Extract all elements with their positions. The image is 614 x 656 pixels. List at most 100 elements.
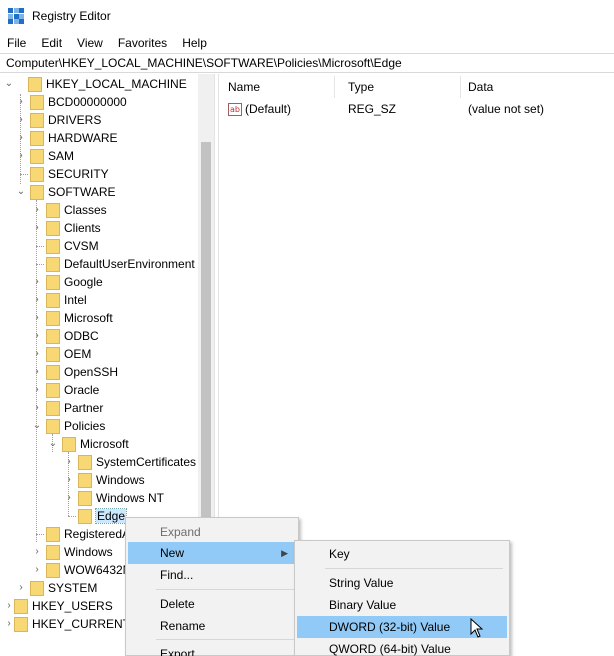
folder-icon <box>46 292 60 308</box>
tree-node-clients[interactable]: › Clients <box>34 219 101 237</box>
tree-connector <box>36 246 44 247</box>
window-title: Registry Editor <box>32 9 111 23</box>
value-row-default[interactable]: ab (Default) REG_SZ (value not set) <box>228 100 608 118</box>
address-bar[interactable]: Computer\HKEY_LOCAL_MACHINE\SOFTWARE\Pol… <box>0 53 614 73</box>
chevron-right-icon[interactable]: › <box>32 543 42 561</box>
chevron-right-icon[interactable]: › <box>16 93 26 111</box>
chevron-right-icon[interactable]: › <box>64 471 74 489</box>
tree-node-classes[interactable]: › Classes <box>34 201 107 219</box>
chevron-right-icon[interactable]: › <box>32 201 42 219</box>
tree-node-windows-nt[interactable]: › Windows NT <box>66 489 164 507</box>
chevron-down-icon[interactable]: ⌄ <box>48 435 58 453</box>
registry-editor-window: Registry Editor File Edit View Favorites… <box>0 0 614 656</box>
chevron-right-icon[interactable]: › <box>32 327 42 345</box>
tree-node-security[interactable]: SECURITY <box>18 165 109 183</box>
tree-node-intel[interactable]: › Intel <box>34 291 87 309</box>
chevron-right-icon[interactable]: › <box>32 363 42 381</box>
chevron-right-icon[interactable]: › <box>32 399 42 417</box>
tree-node-policies[interactable]: ⌄ Policies <box>32 417 105 435</box>
menu-item-new[interactable]: New ▶ <box>128 542 296 564</box>
tree-node-windows-software[interactable]: › Windows <box>34 543 113 561</box>
tree-node-cvsm[interactable]: CVSM <box>34 237 99 255</box>
folder-open-icon <box>46 418 60 434</box>
tree-node-microsoft-software[interactable]: › Microsoft <box>34 309 113 327</box>
folder-icon <box>78 508 92 524</box>
tree-node-systemcertificates[interactable]: › SystemCertificates <box>66 453 196 471</box>
tree-node-oem[interactable]: › OEM <box>34 345 91 363</box>
tree-node-defaultuserenvironment[interactable]: DefaultUserEnvironment <box>34 255 195 273</box>
tree-connector <box>68 516 76 517</box>
menu-item-delete[interactable]: Delete <box>128 593 296 615</box>
tree-node-openssh[interactable]: › OpenSSH <box>34 363 118 381</box>
folder-icon <box>46 562 60 578</box>
chevron-right-icon[interactable]: › <box>4 597 14 615</box>
tree-node-wow6432node[interactable]: › WOW6432N <box>34 561 131 579</box>
chevron-right-icon[interactable]: › <box>32 219 42 237</box>
scrollbar-thumb[interactable] <box>201 142 211 542</box>
folder-icon <box>46 310 60 326</box>
tree-node-system[interactable]: › SYSTEM <box>18 579 97 597</box>
tree-node-edge[interactable]: Edge <box>66 507 128 525</box>
tree-node-registeredapplications[interactable]: RegisteredA <box>34 525 130 543</box>
title-bar: Registry Editor <box>0 0 614 32</box>
menu-edit[interactable]: Edit <box>34 36 70 50</box>
tree-node-oracle[interactable]: › Oracle <box>34 381 99 399</box>
folder-icon <box>78 472 92 488</box>
menu-item-export[interactable]: Export <box>128 643 296 656</box>
menu-item-find[interactable]: Find... <box>128 564 296 586</box>
tree-node-hardware[interactable]: › HARDWARE <box>18 129 118 147</box>
menu-item-rename[interactable]: Rename <box>128 615 296 637</box>
submenu-item-qword-value[interactable]: QWORD (64-bit) Value <box>297 638 507 656</box>
column-header-type[interactable]: Type <box>340 74 460 100</box>
chevron-right-icon[interactable]: › <box>16 111 26 129</box>
tree-node-google[interactable]: › Google <box>34 273 103 291</box>
folder-icon <box>46 382 60 398</box>
column-separator[interactable] <box>334 76 335 98</box>
tree-node-hkcc[interactable]: › HKEY_CURRENT_ <box>2 615 137 633</box>
folder-icon <box>46 346 60 362</box>
menu-favorites[interactable]: Favorites <box>111 36 175 50</box>
value-name: (Default) <box>245 102 292 116</box>
chevron-right-icon[interactable]: › <box>64 453 74 471</box>
tree-node-hklm[interactable]: ⌄ HKEY_LOCAL_MACHINE <box>2 75 187 93</box>
tree-connector <box>36 534 44 535</box>
chevron-down-icon[interactable]: ⌄ <box>4 75 14 93</box>
chevron-right-icon[interactable]: › <box>64 489 74 507</box>
folder-icon <box>30 130 44 146</box>
chevron-right-icon[interactable]: › <box>32 309 42 327</box>
menu-view[interactable]: View <box>70 36 111 50</box>
chevron-right-icon[interactable]: › <box>32 561 42 579</box>
value-type: REG_SZ <box>348 102 397 116</box>
menu-separator <box>156 639 296 640</box>
submenu-item-binary-value[interactable]: Binary Value <box>297 594 507 616</box>
chevron-right-icon[interactable]: › <box>4 615 14 633</box>
folder-icon <box>46 238 60 254</box>
chevron-right-icon[interactable]: › <box>32 291 42 309</box>
chevron-down-icon[interactable]: ⌄ <box>32 417 42 435</box>
tree-node-policies-microsoft[interactable]: ⌄ Microsoft <box>48 435 129 453</box>
menu-help[interactable]: Help <box>175 36 215 50</box>
menu-item-expand[interactable]: Expand <box>128 521 296 543</box>
tree-node-windows-policies[interactable]: › Windows <box>66 471 145 489</box>
chevron-right-icon[interactable]: › <box>16 579 26 597</box>
tree-node-drivers[interactable]: › DRIVERS <box>18 111 101 129</box>
submenu-item-string-value[interactable]: String Value <box>297 572 507 594</box>
chevron-right-icon[interactable]: › <box>32 345 42 363</box>
chevron-right-icon[interactable]: › <box>32 273 42 291</box>
tree-node-partner[interactable]: › Partner <box>34 399 103 417</box>
chevron-right-icon[interactable]: › <box>32 381 42 399</box>
tree-node-hku[interactable]: › HKEY_USERS <box>2 597 113 615</box>
tree-node-sam[interactable]: › SAM <box>18 147 74 165</box>
tree-node-odbc[interactable]: › ODBC <box>34 327 99 345</box>
chevron-down-icon[interactable]: ⌄ <box>16 183 26 201</box>
folder-icon <box>78 454 92 470</box>
chevron-right-icon[interactable]: › <box>16 129 26 147</box>
menu-item-new-label: New <box>160 546 185 560</box>
tree-node-software[interactable]: ⌄ SOFTWARE <box>16 183 116 201</box>
submenu-item-key[interactable]: Key <box>297 543 507 565</box>
column-header-name[interactable]: Name <box>220 74 334 100</box>
menu-file[interactable]: File <box>0 36 34 50</box>
column-header-data[interactable]: Data <box>460 74 610 100</box>
chevron-right-icon[interactable]: › <box>16 147 26 165</box>
tree-node-bcd[interactable]: › BCD00000000 <box>18 93 127 111</box>
